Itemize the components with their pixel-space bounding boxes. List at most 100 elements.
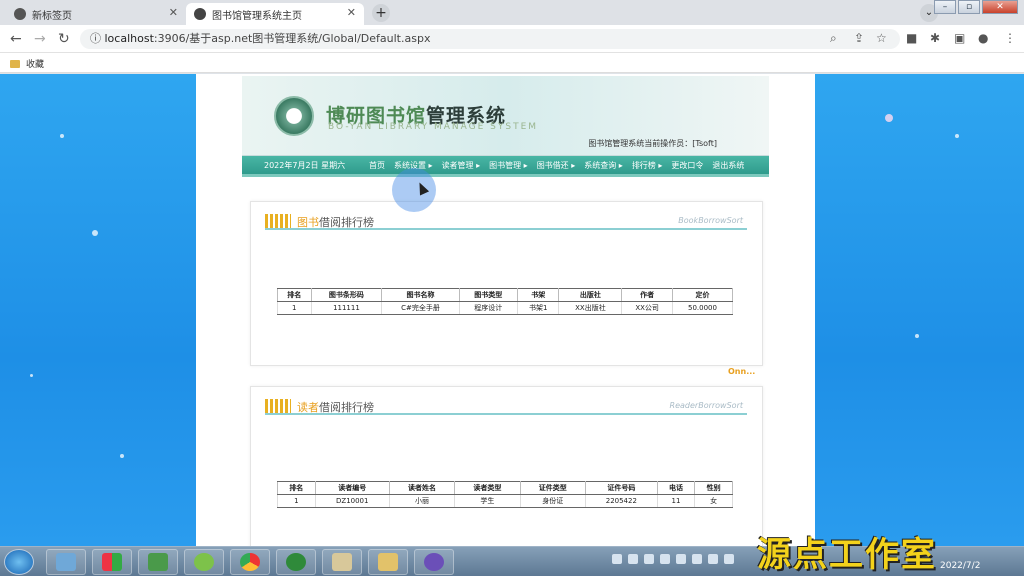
column-header: 证件号码 <box>584 481 658 495</box>
books-icon <box>265 399 291 413</box>
table-cell: 学生 <box>454 494 521 508</box>
tab-title: 新标签页 <box>32 10 72 22</box>
clock-date[interactable]: 2022/7/2 <box>940 561 980 571</box>
taskbar-app[interactable] <box>46 549 86 575</box>
menu-item-ranking[interactable]: 排行榜 ▸ <box>632 160 663 171</box>
column-header: 出版社 <box>558 288 623 302</box>
window-controls: – ▫ ✕ <box>934 0 1018 14</box>
app-icon <box>102 553 122 571</box>
library-logo-icon <box>274 96 314 136</box>
sidepanel-icon[interactable]: ▣ <box>954 31 965 45</box>
table-cell: DZ10001 <box>314 494 390 508</box>
taskbar-app[interactable] <box>92 549 132 575</box>
tray-icon[interactable] <box>676 554 686 564</box>
taskbar-chrome[interactable] <box>230 549 270 575</box>
system-subtitle: BO-YAN LIBRARY MANAGE SYSTEM <box>328 122 539 132</box>
column-header: 读者编号 <box>314 481 390 495</box>
column-header: 图书类型 <box>458 288 518 302</box>
minimize-button[interactable]: – <box>934 0 956 14</box>
column-header: 图书条形码 <box>310 288 383 302</box>
page-viewport: 博研图书馆管理系统 BO-YAN LIBRARY MANAGE SYSTEM 图… <box>0 74 1024 546</box>
taskbar-app[interactable] <box>276 549 316 575</box>
menu-item-logout[interactable]: 退出系统 <box>712 160 744 171</box>
close-tab-icon[interactable]: ✕ <box>169 6 178 19</box>
column-header: 性别 <box>694 481 733 495</box>
panel-header: 图书借阅排行榜 BookBorrowSort <box>265 214 747 230</box>
globe-icon <box>194 8 206 20</box>
header-banner: 博研图书馆管理系统 BO-YAN LIBRARY MANAGE SYSTEM 图… <box>242 76 769 156</box>
taskbar-app[interactable] <box>414 549 454 575</box>
taskbar-app[interactable] <box>368 549 408 575</box>
menu-item-home[interactable]: 首页 <box>369 160 385 171</box>
main-menu: 2022年7月2日 星期六 首页 系统设置 ▸ 读者管理 ▸ 图书管理 ▸ 图书… <box>242 156 769 174</box>
books-icon <box>265 214 291 228</box>
reload-icon[interactable]: ↻ <box>58 31 70 47</box>
bookmark-item[interactable]: 收藏 <box>10 57 44 70</box>
tray-icon[interactable] <box>660 554 670 564</box>
sparkle <box>30 374 33 377</box>
tray-icon[interactable] <box>724 554 734 564</box>
panel-header: 读者借阅排行榜 ReaderBorrowSort <box>265 399 747 415</box>
maximize-button[interactable]: ▫ <box>958 0 980 14</box>
address-bar[interactable]: ⓘ localhost:3906/基于asp.net图书管理系统/Global/… <box>80 29 900 49</box>
close-tab-icon[interactable]: ✕ <box>347 6 356 19</box>
tab-library-home[interactable]: 图书馆管理系统主页 ✕ <box>186 3 364 25</box>
column-header: 读者类型 <box>454 481 521 495</box>
info-icon: ⓘ <box>90 32 105 45</box>
library-page: 博研图书馆管理系统 BO-YAN LIBRARY MANAGE SYSTEM 图… <box>242 76 769 546</box>
app-icon <box>424 553 444 571</box>
tray-icon[interactable] <box>612 554 622 564</box>
taskbar-app[interactable] <box>138 549 178 575</box>
tray-icon[interactable] <box>692 554 702 564</box>
panel-title: 读者借阅排行榜 <box>297 399 374 415</box>
reader-rank-panel: 读者借阅排行榜 ReaderBorrowSort 排名 读者编号 读者姓名 读者… <box>250 386 763 546</box>
column-header: 排名 <box>277 288 312 302</box>
watermark: 源点工作室 <box>757 535 937 575</box>
zoom-icon[interactable]: ⌕ <box>830 31 837 46</box>
sparkle <box>92 230 98 236</box>
tab-new-tab[interactable]: 新标签页 ✕ <box>6 3 186 25</box>
taskbar-app[interactable] <box>184 549 224 575</box>
panel-english-title: BookBorrowSort <box>678 216 743 225</box>
sparkle <box>60 134 64 138</box>
app-icon <box>194 553 214 571</box>
menu-item-borrow[interactable]: 图书借还 ▸ <box>537 160 576 171</box>
share-icon[interactable]: ⇪ <box>854 31 864 45</box>
back-icon[interactable]: ← <box>10 31 22 47</box>
url-host: localhost <box>104 32 154 45</box>
close-window-button[interactable]: ✕ <box>982 0 1018 14</box>
forward-icon[interactable]: → <box>34 31 46 47</box>
title-highlight: 图书 <box>297 216 319 229</box>
bookmarks-bar: 收藏 <box>0 53 1024 73</box>
table-cell: 50.0000 <box>671 301 734 315</box>
right-background <box>815 74 1024 546</box>
extension-icon[interactable]: ■ <box>906 31 917 45</box>
tray-icon[interactable] <box>644 554 654 564</box>
sparkle <box>955 134 959 138</box>
start-button[interactable] <box>4 549 34 575</box>
profile-icon[interactable]: ● <box>978 31 988 45</box>
table-cell: 11 <box>656 494 696 508</box>
reader-rank-table: 排名 读者编号 读者姓名 读者类型 证件类型 证件号码 电话 性别 1 DZ10… <box>277 481 733 508</box>
tray-icon[interactable] <box>708 554 718 564</box>
browser-toolbar: ← → ↻ ⓘ localhost:3906/基于asp.net图书管理系统/G… <box>0 25 1024 53</box>
column-header: 作者 <box>621 288 673 302</box>
column-header: 定价 <box>671 288 734 302</box>
url-path: :3906/基于asp.net图书管理系统/Global/Default.asp… <box>153 32 431 45</box>
tray-icon[interactable] <box>628 554 638 564</box>
menu-item-readers[interactable]: 读者管理 ▸ <box>442 160 481 171</box>
taskbar-app[interactable] <box>322 549 362 575</box>
system-tray <box>612 554 734 564</box>
column-header: 证件类型 <box>519 481 586 495</box>
new-tab-button[interactable]: + <box>372 4 390 22</box>
puzzle-icon[interactable]: ✱ <box>930 31 940 45</box>
table-row: 1 111111 C#完全手册 程序设计 书架1 XX出版社 XX公司 50.0… <box>277 301 734 315</box>
menu-item-books[interactable]: 图书管理 ▸ <box>489 160 528 171</box>
folder-icon <box>378 553 398 571</box>
menu-item-query[interactable]: 系统查询 ▸ <box>584 160 623 171</box>
menu-icon[interactable]: ⋮ <box>1004 31 1016 45</box>
star-icon[interactable]: ☆ <box>876 31 887 45</box>
table-row: 1 DZ10001 小丽 学生 身份证 2205422 11 女 <box>277 494 733 508</box>
menu-item-password[interactable]: 更改口令 <box>671 160 703 171</box>
panel-english-title: ReaderBorrowSort <box>669 401 743 410</box>
